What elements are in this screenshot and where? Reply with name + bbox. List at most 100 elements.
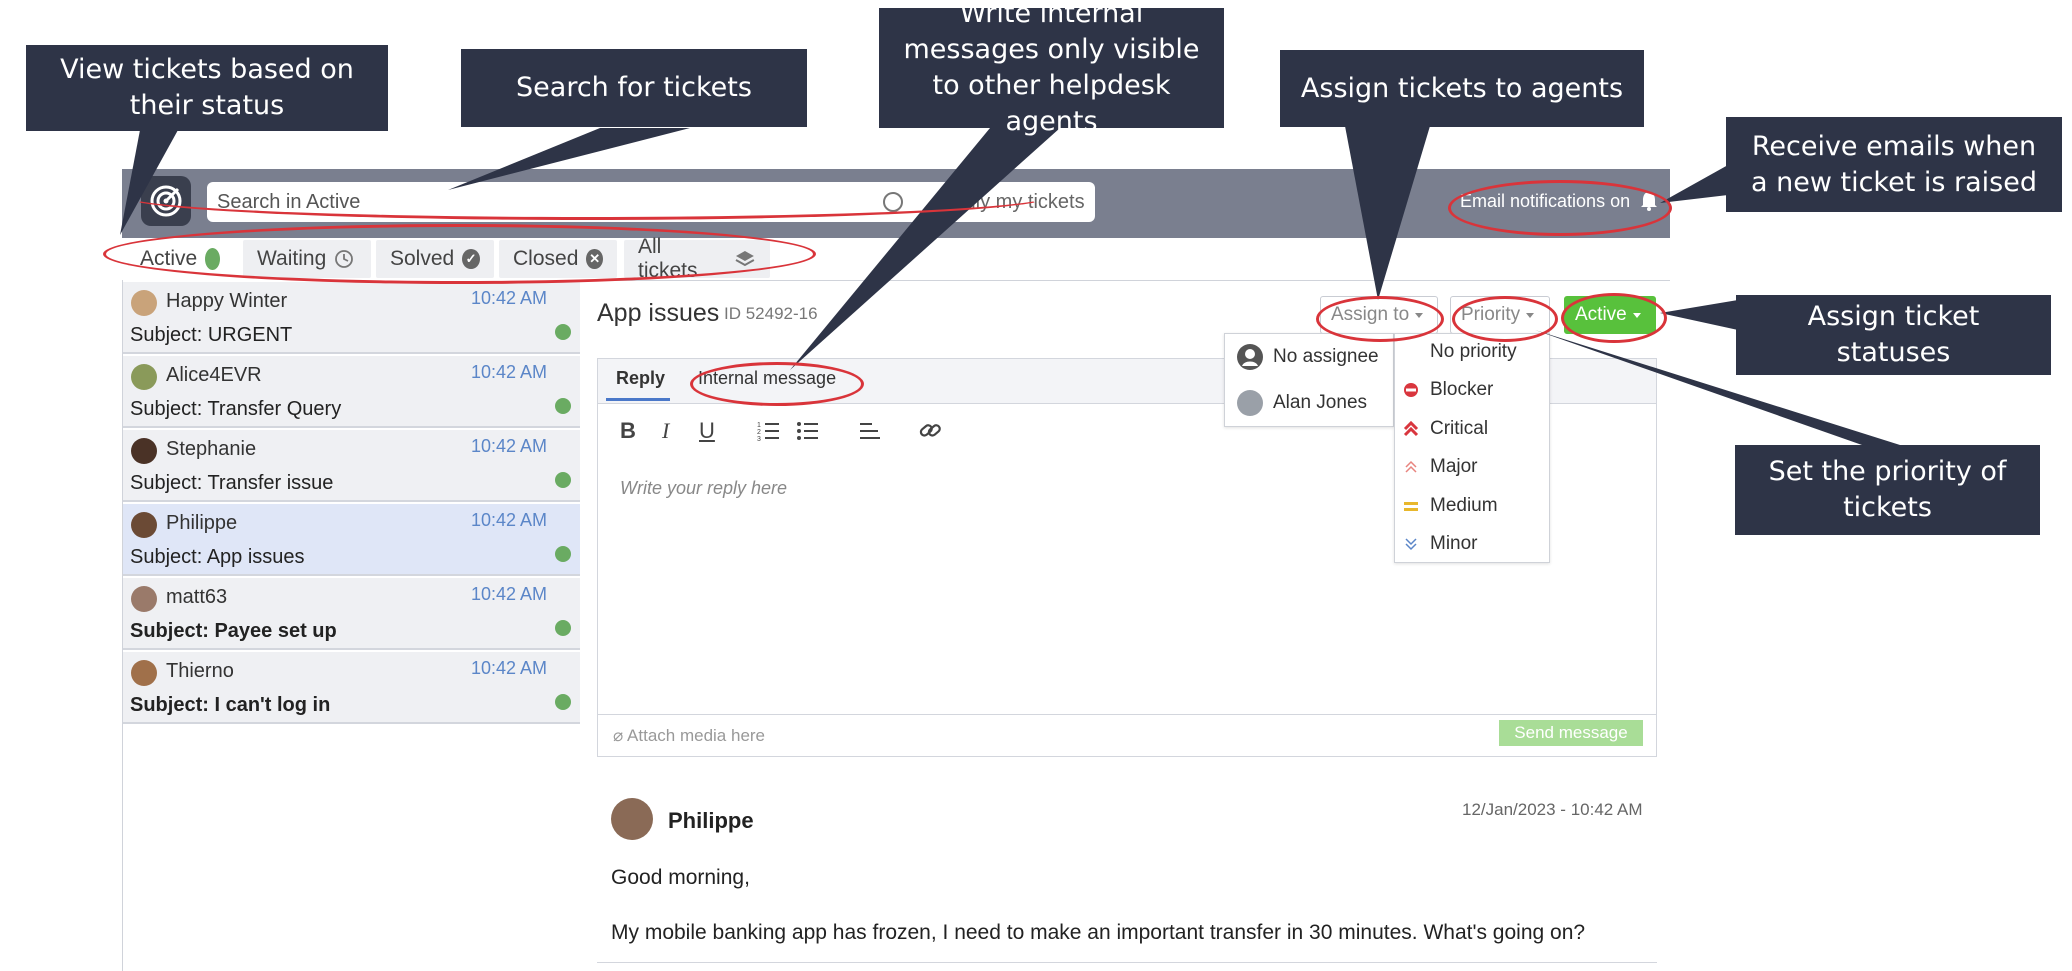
priority-dropdown: No priority Blocker Critical Major Mediu… xyxy=(1394,333,1550,563)
status-dot-icon xyxy=(555,694,571,710)
priority-button[interactable]: Priority xyxy=(1450,296,1550,334)
green-dot-icon xyxy=(205,248,220,270)
target-logo-icon xyxy=(150,185,182,217)
priority-option-label: Blocker xyxy=(1430,379,1494,400)
ticket-time: 10:42 AM xyxy=(471,584,548,604)
tab-closed[interactable]: Closed ✕ xyxy=(499,240,617,278)
reply-textarea[interactable]: Write your reply here xyxy=(620,478,787,499)
status-dot-icon xyxy=(555,398,571,414)
ticket-subject: Subject: Payee set up xyxy=(130,620,337,642)
tab-reply-underline xyxy=(606,398,670,401)
ticket-time: 10:42 AM xyxy=(471,288,548,308)
layers-icon xyxy=(735,251,755,267)
ticket-subject: Subject: Transfer issue xyxy=(130,472,334,494)
ticket-row[interactable]: Happy Winter 10:42 AM Subject: URGENT xyxy=(123,282,580,354)
priority-option-medium[interactable]: Medium xyxy=(1402,495,1498,517)
ticket-row[interactable]: Alice4EVR 10:42 AM Subject: Transfer Que… xyxy=(123,356,580,428)
svg-text:1: 1 xyxy=(757,422,761,429)
ticket-time: 10:42 AM xyxy=(471,510,548,530)
assign-to-label: Assign to xyxy=(1331,304,1410,325)
italic-icon[interactable]: I xyxy=(662,418,669,444)
chevron-down-icon xyxy=(1632,312,1641,318)
assign-option-agent[interactable]: Alan Jones xyxy=(1237,390,1367,416)
tab-reply[interactable]: Reply xyxy=(616,368,665,389)
app-logo[interactable] xyxy=(141,176,191,226)
message-divider xyxy=(597,962,1657,963)
priority-option-label: Major xyxy=(1430,456,1478,477)
ticket-customer-name: Happy Winter xyxy=(166,290,288,312)
message-author: Philippe xyxy=(668,808,754,833)
avatar xyxy=(131,290,157,316)
priority-option-minor[interactable]: Minor xyxy=(1402,533,1478,555)
check-circle-icon: ✓ xyxy=(462,249,480,269)
assign-option-none[interactable]: No assignee xyxy=(1237,344,1379,370)
tab-internal-message[interactable]: Internal message xyxy=(698,368,836,389)
priority-option-label: Minor xyxy=(1430,533,1478,554)
link-icon[interactable] xyxy=(918,418,942,442)
callout-internal: Write internal messages only visible to … xyxy=(879,0,1224,137)
priority-option-blocker[interactable]: Blocker xyxy=(1402,379,1493,401)
tab-all-tickets[interactable]: All tickets xyxy=(624,235,770,282)
priority-option-label: Critical xyxy=(1430,418,1489,439)
ticket-time: 10:42 AM xyxy=(471,658,548,678)
search-icon[interactable] xyxy=(883,192,903,212)
assign-option-label: No assignee xyxy=(1273,346,1379,367)
priority-option-label: Medium xyxy=(1430,495,1498,516)
avatar xyxy=(131,364,157,390)
ticket-time: 10:42 AM xyxy=(471,362,548,382)
chevron-down-icon xyxy=(1526,312,1535,318)
ticket-customer-name: matt63 xyxy=(166,586,228,608)
callout-priority: Set the priority of tickets xyxy=(1735,445,2040,535)
ticket-subject: Subject: App issues xyxy=(130,546,305,568)
clock-icon xyxy=(335,250,354,268)
align-left-icon[interactable] xyxy=(858,420,882,442)
bullet-list-icon[interactable] xyxy=(796,420,820,442)
svg-text:2: 2 xyxy=(757,429,761,436)
equals-icon xyxy=(1404,502,1418,511)
callout-statuses: Assign ticket statuses xyxy=(1736,295,2051,375)
x-circle-icon: ✕ xyxy=(586,249,603,269)
attach-media-button[interactable]: ⌀ Attach media here xyxy=(613,726,765,746)
priority-option-none[interactable]: No priority xyxy=(1430,341,1517,363)
bold-icon[interactable]: B xyxy=(620,418,636,444)
ticket-customer-name: Philippe xyxy=(166,512,238,534)
callout-emails: Receive emails when a new ticket is rais… xyxy=(1726,117,2062,212)
tab-active[interactable]: Active xyxy=(126,240,234,278)
avatar xyxy=(131,438,157,464)
avatar xyxy=(131,586,157,612)
assign-dropdown: No assignee Alan Jones xyxy=(1224,333,1394,427)
search-input[interactable]: Search in Active xyxy=(217,191,360,214)
assign-to-button[interactable]: Assign to xyxy=(1320,296,1438,334)
ticket-row-selected[interactable]: Philippe 10:42 AM Subject: App issues xyxy=(123,504,580,576)
status-dot-icon xyxy=(555,472,571,488)
priority-option-major[interactable]: Major xyxy=(1402,456,1478,478)
double-chevron-up-icon xyxy=(1403,420,1419,437)
underline-icon[interactable]: U xyxy=(699,418,715,444)
ticket-row[interactable]: matt63 10:42 AM Subject: Payee set up xyxy=(123,578,580,650)
user-icon xyxy=(1237,344,1263,370)
status-dot-icon xyxy=(555,546,571,562)
attach-media-label: Attach media here xyxy=(627,726,766,745)
email-notifications-toggle[interactable]: Email notifications on xyxy=(1460,190,1660,212)
ticket-row[interactable]: Thierno 10:42 AM Subject: I can't log in xyxy=(123,652,580,724)
callout-search: Search for tickets xyxy=(461,49,807,127)
ticket-customer-name: Alice4EVR xyxy=(166,364,262,386)
blocker-icon xyxy=(1404,383,1418,397)
message-date: 12/Jan/2023 - 10:42 AM xyxy=(1462,800,1643,819)
avatar xyxy=(131,660,157,686)
numbered-list-icon[interactable]: 1 2 3 xyxy=(757,420,781,442)
ticket-subject: Subject: URGENT xyxy=(130,324,293,346)
search-bar[interactable]: Search in Active Only my tickets xyxy=(207,182,1095,222)
avatar xyxy=(131,512,157,538)
priority-option-critical[interactable]: Critical xyxy=(1402,418,1488,440)
chevron-down-icon xyxy=(1415,312,1424,318)
status-button[interactable]: Active xyxy=(1564,296,1656,334)
tab-closed-label: Closed xyxy=(513,247,579,270)
message-greeting: Good morning, xyxy=(611,866,750,889)
tab-waiting[interactable]: Waiting xyxy=(243,240,371,278)
tab-solved[interactable]: Solved ✓ xyxy=(376,240,494,278)
status-dot-icon xyxy=(555,620,571,636)
send-message-button[interactable]: Send message xyxy=(1499,720,1643,746)
ticket-row[interactable]: Stephanie 10:42 AM Subject: Transfer iss… xyxy=(123,430,580,502)
only-my-tickets-toggle[interactable]: Only my tickets xyxy=(949,191,1085,214)
